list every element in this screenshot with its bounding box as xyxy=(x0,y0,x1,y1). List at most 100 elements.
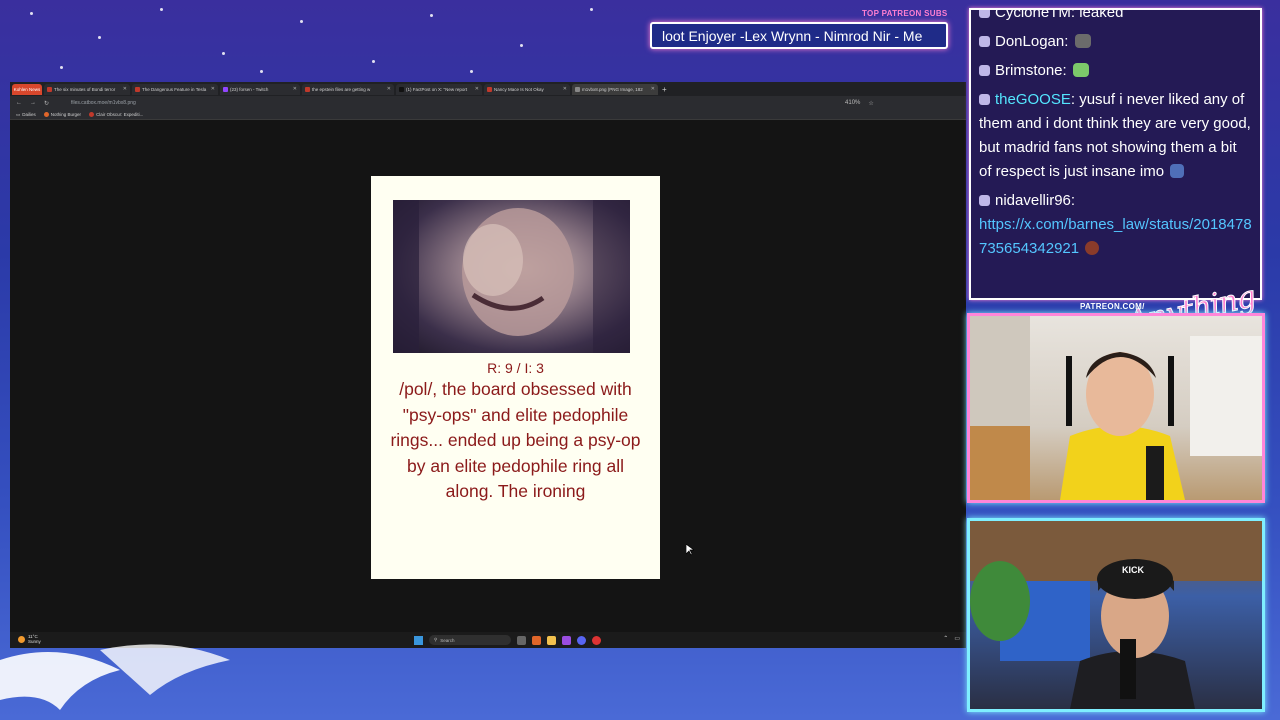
folder-icon: ▭ xyxy=(16,111,21,117)
chat-username[interactable]: DonLogan xyxy=(995,33,1064,50)
bookmark-item[interactable]: Nothing Burger xyxy=(43,112,82,117)
tab[interactable]: (23) forsen - Twitch ✕ xyxy=(220,83,300,95)
chat-username[interactable]: CycloneTM xyxy=(995,10,1071,21)
reload-icon[interactable]: ↻ xyxy=(44,100,49,107)
back-icon[interactable]: ← xyxy=(16,100,22,106)
page-viewport: R: 9 / I: 3 /pol/, the board obsessed wi… xyxy=(10,120,966,632)
mouse-cursor-icon xyxy=(686,544,694,556)
chevron-up-icon[interactable]: ⌃ xyxy=(943,635,948,642)
chat-panel: CycloneTM: leaked DonLogan: Brimstone: t… xyxy=(969,8,1262,300)
post-meta: R: 9 / I: 3 xyxy=(487,360,544,376)
bookmarks-bar: ▭ Dailies Nothing Burger Clair Obscur: Ex… xyxy=(10,110,966,120)
address-bar[interactable]: files.catbox.moe/m1vbx8.png xyxy=(57,98,837,108)
meme-photo xyxy=(393,200,630,353)
tab-favicon-icon xyxy=(305,86,310,92)
webcam-streamer-1 xyxy=(967,313,1265,503)
close-icon[interactable]: ✕ xyxy=(563,86,567,92)
chat-message: DonLogan: xyxy=(971,30,1260,54)
task-view-icon[interactable] xyxy=(517,635,526,645)
close-icon[interactable]: ✕ xyxy=(211,86,215,92)
firefox-icon[interactable] xyxy=(532,635,541,645)
tab-title: (1) FactPost on X: "New report xyxy=(406,86,468,92)
tab-title: Nancy Mace Is Not Okay xyxy=(494,86,544,92)
tab[interactable]: the epstein files are getting w ✕ xyxy=(302,83,394,95)
bookmark-label: Nothing Burger xyxy=(50,112,82,117)
browser-window: Kohlen News The six minutes of Bondi ter… xyxy=(10,82,966,648)
chat-badge-icon xyxy=(979,195,990,206)
close-icon[interactable]: ✕ xyxy=(475,86,479,92)
chat-username[interactable]: theGOOSE xyxy=(995,91,1071,108)
palm-leaf-decoration xyxy=(0,644,230,710)
tab-favicon-icon xyxy=(487,86,492,92)
close-icon[interactable]: ✕ xyxy=(123,86,127,92)
file-explorer-icon[interactable] xyxy=(547,635,556,645)
star-icon[interactable]: ☆ xyxy=(868,100,873,107)
tab-active[interactable]: m1vbx8.png (PNG Image, 182 ✕ xyxy=(572,83,658,95)
taskbar-search[interactable]: ⚲ Search xyxy=(429,635,511,645)
webcam-streamer-2: KICK xyxy=(967,518,1265,712)
tab-title: The six minutes of Bondi terror xyxy=(54,86,116,92)
top-patreon-label: TOP PATREON SUBS xyxy=(862,9,948,18)
close-icon[interactable]: ✕ xyxy=(651,86,655,92)
chat-message: theGOOSE: yusuf i never liked any of the… xyxy=(979,91,1251,180)
bookmark-item[interactable]: ▭ Dailies xyxy=(16,112,36,118)
windows-start-icon[interactable] xyxy=(414,635,423,645)
close-icon[interactable]: ✕ xyxy=(293,86,297,92)
patreon-ticker: loot Enjoyer -Lex Wrynn - Nimrod Nir - M… xyxy=(650,22,948,49)
ticker-text: loot Enjoyer -Lex Wrynn - Nimrod Nir - M… xyxy=(662,28,923,44)
tab[interactable]: (1) FactPost on X: "New report ✕ xyxy=(396,83,482,95)
x-icon xyxy=(399,86,404,92)
system-tray: ⌃ ▭ xyxy=(943,635,960,642)
webcam-scene-1 xyxy=(970,316,1262,500)
twitch-icon xyxy=(223,86,228,92)
tab-group-label[interactable]: Kohlen News xyxy=(12,83,42,95)
chat-link[interactable]: https://x.com/barnes_law/status/20184787… xyxy=(979,216,1252,257)
emote-icon xyxy=(1074,34,1091,48)
emote-icon xyxy=(1170,164,1185,178)
tab-title: (23) forsen - Twitch xyxy=(230,86,269,92)
address-url: files.catbox.moe/m1vbx8.png xyxy=(71,100,136,106)
tab[interactable]: The six minutes of Bondi terror ✕ xyxy=(44,83,130,95)
tab-favicon-icon xyxy=(47,86,52,92)
emote-icon xyxy=(1085,241,1100,255)
tab-favicon-icon xyxy=(135,86,140,92)
meme-caption: /pol/, the board obsessed with "psy-ops"… xyxy=(390,379,641,501)
tab-title: The Dangerous Feature in Tesla xyxy=(142,86,207,92)
close-icon[interactable]: ✕ xyxy=(387,86,391,92)
chat-username[interactable]: Brimstone xyxy=(995,62,1063,79)
zoom-level[interactable]: 410% xyxy=(845,100,860,106)
cap-logo-text: KICK xyxy=(1122,565,1144,575)
meme-image: R: 9 / I: 3 /pol/, the board obsessed wi… xyxy=(371,176,660,579)
tab-title: m1vbx8.png (PNG Image, 182 xyxy=(582,86,643,92)
tab-title: the epstein files are getting w xyxy=(312,86,371,92)
chat-text: leaked xyxy=(1079,8,1124,21)
network-icon[interactable]: ▭ xyxy=(954,635,960,642)
tab[interactable]: Nancy Mace Is Not Okay ✕ xyxy=(484,83,570,95)
browser-toolbar: ← → ↻ files.catbox.moe/m1vbx8.png 410% ☆ xyxy=(10,96,966,110)
chat-badge-icon xyxy=(979,36,990,47)
tab-strip: Kohlen News The six minutes of Bondi ter… xyxy=(10,82,966,96)
bookmark-label: Dailies xyxy=(22,112,36,117)
taskbar-apps: ⚲ Search xyxy=(414,635,601,645)
bookmark-favicon-icon xyxy=(43,112,49,117)
emote-icon xyxy=(1072,63,1089,77)
app-icon[interactable] xyxy=(592,635,601,645)
chat-message: Brimstone: xyxy=(971,59,1260,83)
search-icon: ⚲ xyxy=(434,637,438,642)
forward-icon[interactable]: → xyxy=(30,100,36,106)
chat-message: CycloneTM: leaked xyxy=(971,8,1260,25)
tab-favicon-icon xyxy=(575,86,580,92)
chat-badge-icon xyxy=(979,10,990,18)
chat-badge-icon xyxy=(979,65,990,76)
bookmark-label: Clair Obscur: Expediti... xyxy=(96,112,144,117)
app-icon[interactable] xyxy=(562,635,571,645)
chat-username[interactable]: nidavellir96 xyxy=(995,192,1071,209)
bookmark-item[interactable]: Clair Obscur: Expediti... xyxy=(89,112,143,117)
search-label: Search xyxy=(440,637,455,643)
webcam-scene-2: KICK xyxy=(970,521,1262,709)
new-tab-button[interactable]: + xyxy=(662,85,667,94)
discord-icon[interactable] xyxy=(577,635,586,645)
chat-message: nidavellir96: https://x.com/barnes_law/st… xyxy=(979,192,1252,257)
tab[interactable]: The Dangerous Feature in Tesla ✕ xyxy=(132,83,218,95)
chat-badge-icon xyxy=(979,94,990,105)
